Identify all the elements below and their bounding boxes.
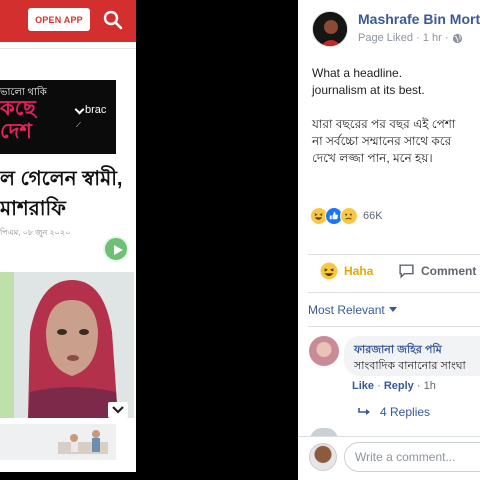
write-comment-placeholder: Write a comment... xyxy=(355,450,456,464)
haha-button[interactable]: Haha xyxy=(320,262,373,280)
play-audio-button[interactable] xyxy=(103,236,129,262)
brac-logo: brac xyxy=(74,104,107,116)
comment-icon xyxy=(399,264,414,279)
haha-icon xyxy=(320,262,338,280)
comment-button[interactable]: Comment xyxy=(398,262,476,279)
bkash-logo-icon: ⟋ xyxy=(76,122,81,129)
article-photo xyxy=(0,272,134,418)
ad-heading-line1: কছে xyxy=(0,97,36,120)
post-meta-text: Page Liked · 1 hr · xyxy=(358,32,449,44)
caret-down-icon xyxy=(388,307,397,312)
reaction-summary[interactable]: 66K xyxy=(310,206,383,226)
post-text-line: journalism at its best. xyxy=(312,83,425,97)
article-date: পিএম, ০৮ জুন ২০২০ xyxy=(0,228,71,237)
comment-label: Comment xyxy=(421,263,477,278)
author-name[interactable]: Mashrafe Bin Mortaza xyxy=(358,11,480,27)
divider xyxy=(0,48,136,49)
brac-label: brac xyxy=(85,104,107,116)
author-avatar[interactable] xyxy=(312,11,348,47)
haha-label: Haha xyxy=(344,264,374,278)
reaction-count: 66K xyxy=(363,210,383,222)
reply-arrow-icon xyxy=(358,408,370,415)
comment-reply-link[interactable]: Reply xyxy=(384,380,414,392)
expand-chevron-button[interactable] xyxy=(108,402,128,418)
headline-line1: ল গেলেন স্বামী, xyxy=(0,168,123,190)
facebook-post: Mashrafe Bin Mortaza Page Liked · 1 hr ·… xyxy=(298,0,480,480)
brac-mark-icon xyxy=(74,104,85,115)
separator: · xyxy=(377,380,384,392)
article-headline[interactable]: ল গেলেন স্বামী, মাশরাফি xyxy=(0,164,136,224)
view-replies-link[interactable]: 4 Replies xyxy=(358,405,430,419)
globe-icon xyxy=(452,33,462,43)
comment-text: সাংবাদিক বানানোর সাংঘা xyxy=(354,360,466,372)
sort-comments-dropdown[interactable]: Most Relevant xyxy=(308,303,397,317)
comment-actions: Like · Reply · 1h xyxy=(352,380,436,392)
divider xyxy=(308,292,480,293)
open-app-button[interactable]: OPEN APP xyxy=(28,8,90,31)
separator: · xyxy=(416,380,424,392)
news-page: OPEN APP ভালো থাকি কছে দেশ brac ⟋ ল গেলে… xyxy=(0,0,136,472)
headline-line2: মাশরাফি xyxy=(0,198,66,220)
ad-heading-line2: দেশ xyxy=(0,120,32,143)
post-meta: Page Liked · 1 hr · xyxy=(358,32,463,44)
chevron-down-icon xyxy=(112,406,124,414)
commenter-avatar[interactable] xyxy=(309,336,339,366)
write-comment-input[interactable]: Write a comment... xyxy=(344,442,480,472)
ad-banner[interactable]: ভালো থাকি কছে দেশ brac ⟋ xyxy=(0,80,116,154)
divider xyxy=(308,254,480,255)
bottom-ad-banner[interactable] xyxy=(0,424,116,460)
sad-reaction-icon xyxy=(340,207,358,225)
play-icon xyxy=(114,245,123,255)
replies-label: 4 Replies xyxy=(380,405,431,419)
post-text-line: What a headline. xyxy=(312,66,403,80)
comment-like-link[interactable]: Like xyxy=(352,380,374,392)
my-avatar xyxy=(309,443,337,471)
search-icon[interactable] xyxy=(102,9,124,31)
news-top-bar: OPEN APP xyxy=(0,0,136,42)
comment-time: 1h xyxy=(423,380,436,392)
post-bangla-line: দেখে লজ্জা পান, মনে হয়। xyxy=(312,151,433,165)
sort-label: Most Relevant xyxy=(308,303,385,317)
divider xyxy=(308,326,480,327)
